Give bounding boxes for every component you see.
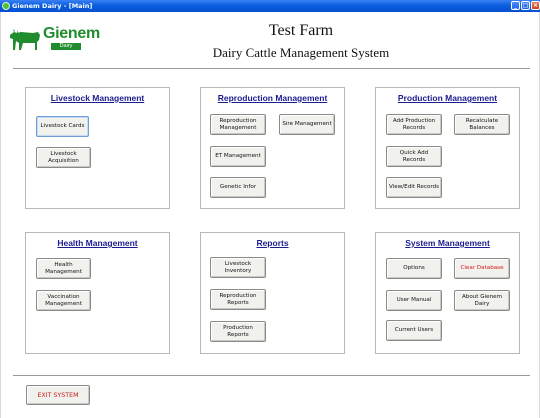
health-management-button[interactable]: Health Management <box>36 258 91 279</box>
panel-title: Reproduction Management <box>217 93 328 103</box>
farm-name: Test Farm <box>268 22 334 39</box>
bottom-divider <box>13 375 530 377</box>
genetic-infor-button[interactable]: Genetic Infor <box>210 177 266 198</box>
vaccination-management-button[interactable]: Vaccination Management <box>36 290 91 311</box>
main-window: Gienem Dairy Test Farm Dairy Cattle Mana… <box>0 12 540 418</box>
production-reports-button[interactable]: Production Reports <box>210 321 266 342</box>
view-edit-records-button[interactable]: View/Edit Records <box>386 177 442 198</box>
livestock-acquisition-button[interactable]: Livestock Acquisition <box>36 147 91 168</box>
cow-icon <box>10 29 40 50</box>
options-button[interactable]: Options <box>386 258 442 279</box>
window-title: Gienem Dairy - [Main] <box>12 2 93 10</box>
app-icon <box>2 2 10 10</box>
add-production-records-button[interactable]: Add Production Records <box>386 114 442 135</box>
exit-system-button[interactable]: EXIT SYSTEM <box>26 385 90 405</box>
panel-title: Reports <box>256 238 289 248</box>
livestock-cards-button[interactable]: Livestock Cards <box>36 116 89 137</box>
logo-subtitle: Dairy <box>51 43 81 50</box>
sire-management-button[interactable]: Sire Management <box>279 114 335 135</box>
current-users-button[interactable]: Current Users <box>386 320 442 341</box>
user-manual-button[interactable]: User Manual <box>386 290 442 311</box>
close-icon[interactable]: × <box>531 1 540 10</box>
clear-database-button[interactable]: Clear Database <box>454 258 510 279</box>
reproduction-management-button[interactable]: Reproduction Management <box>210 114 266 135</box>
window-titlebar: Gienem Dairy - [Main] _ □ × <box>0 0 540 12</box>
panel-production-management: Production Management Add Production Rec… <box>375 87 520 209</box>
logo-wordmark: Gienem <box>43 25 100 42</box>
panel-title: Health Management <box>57 238 138 248</box>
about-gienem-dairy-button[interactable]: About Gienem Dairy <box>454 290 510 311</box>
panel-livestock-management: Livestock Management Livestock Cards Liv… <box>25 87 170 209</box>
recalculate-balances-button[interactable]: Recalculate Balances <box>454 114 510 135</box>
et-management-button[interactable]: ET Management <box>210 146 266 167</box>
livestock-inventory-button[interactable]: Livestock Inventory <box>210 257 266 278</box>
gienem-logo: Gienem Dairy <box>7 22 100 58</box>
panel-health-management: Health Management Health Management Vacc… <box>25 232 170 354</box>
minimize-icon[interactable]: _ <box>511 1 520 10</box>
panel-reports: Reports Livestock Inventory Reproduction… <box>200 232 345 354</box>
reproduction-reports-button[interactable]: Reproduction Reports <box>210 289 266 310</box>
quick-add-records-button[interactable]: Quick Add Records <box>386 146 442 167</box>
panel-reproduction-management: Reproduction Management Reproduction Man… <box>200 87 345 209</box>
system-name: Dairy Cattle Management System <box>212 45 390 60</box>
panel-system-management: System Management Options Clear Database… <box>375 232 520 354</box>
panel-title: System Management <box>405 238 490 248</box>
maximize-icon[interactable]: □ <box>521 1 530 10</box>
panel-title: Production Management <box>397 93 498 103</box>
top-divider <box>13 68 530 70</box>
panel-title: Livestock Management <box>50 93 145 103</box>
